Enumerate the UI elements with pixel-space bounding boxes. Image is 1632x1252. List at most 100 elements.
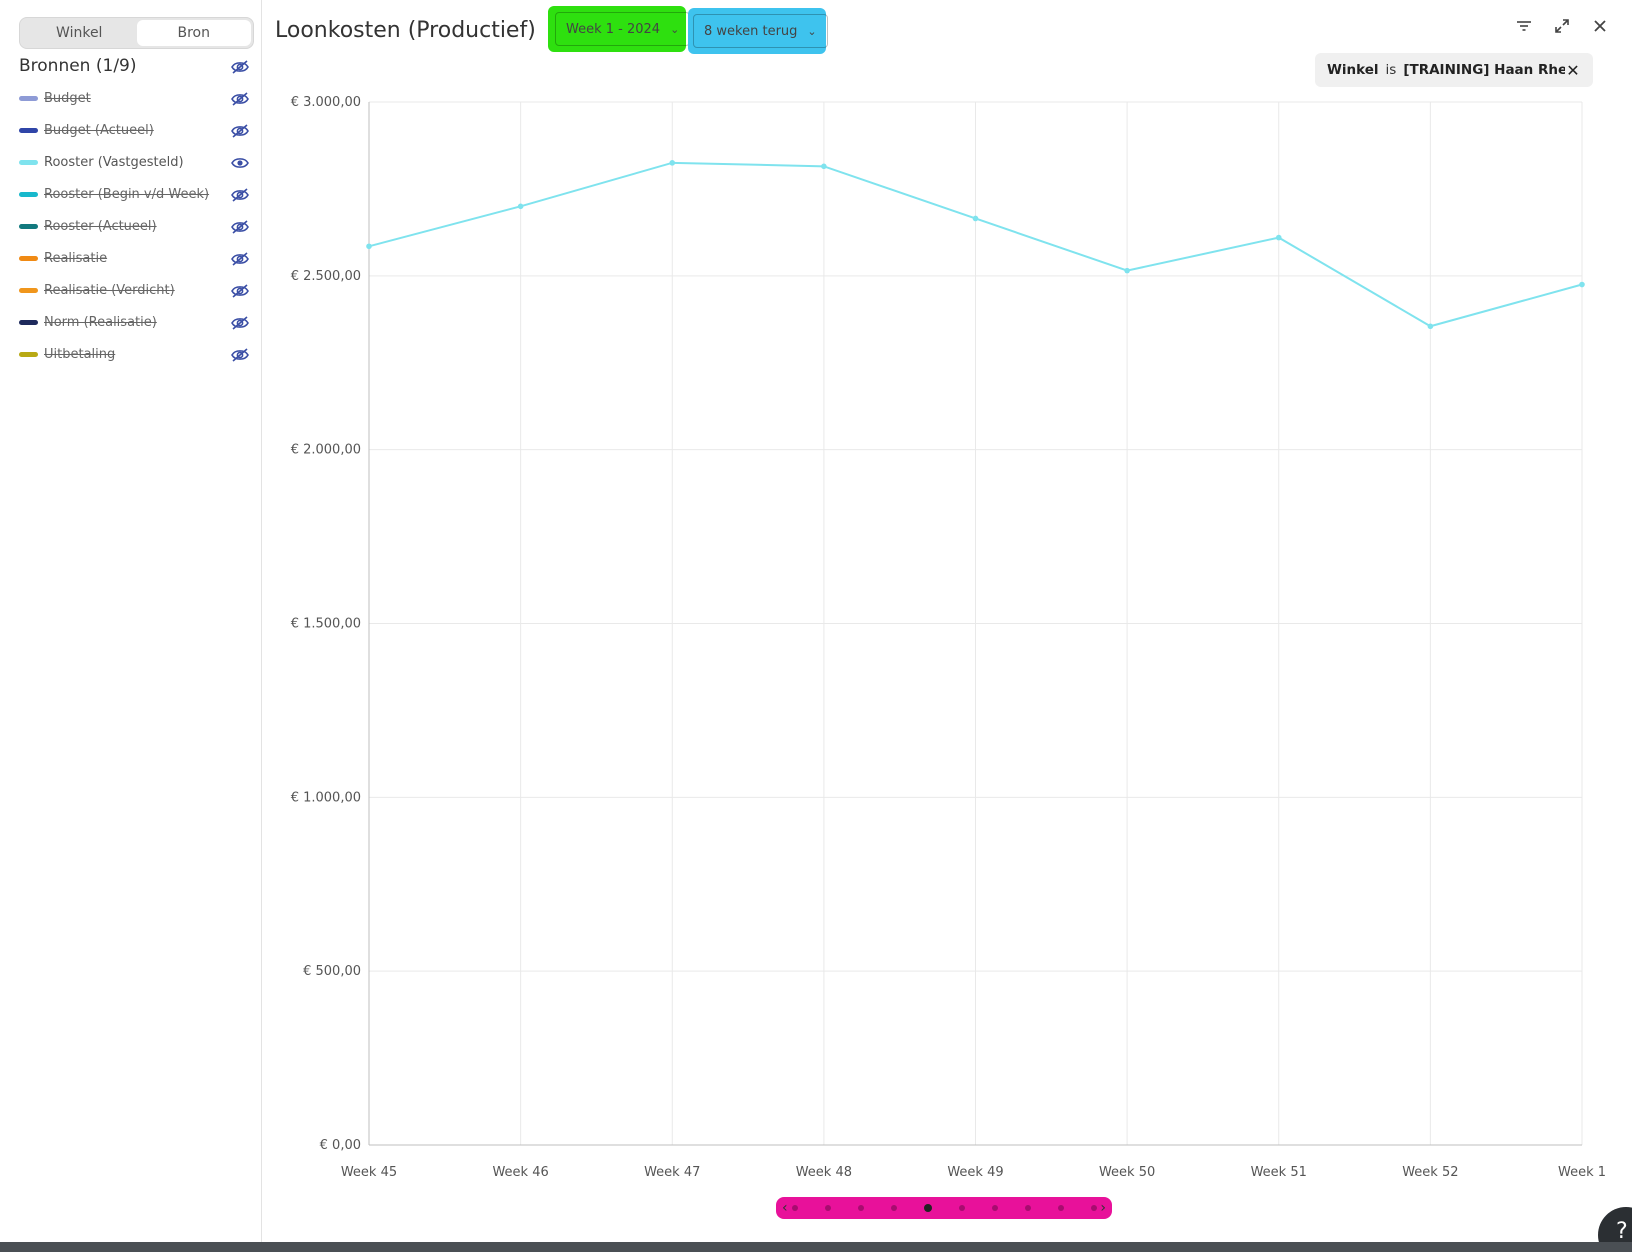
data-point [1579, 281, 1585, 288]
source-label: Norm (Realisatie) [44, 314, 157, 330]
pager-dot[interactable] [923, 1204, 932, 1212]
data-point [517, 203, 524, 210]
source-item[interactable]: Uitbetaling [19, 338, 249, 370]
pager-dots [791, 1204, 1097, 1212]
source-color-swatch [19, 351, 38, 357]
source-item[interactable]: Budget (Actueel) [19, 114, 249, 146]
bottom-bar [0, 1242, 1632, 1252]
week-select-value: Week 1 - 2024 [566, 21, 661, 37]
eye-off-icon[interactable] [231, 251, 249, 266]
source-item[interactable]: Rooster (Vastgesteld) [19, 146, 249, 178]
data-point [1427, 323, 1434, 330]
pager-dot[interactable] [991, 1205, 998, 1211]
pager-dot[interactable] [857, 1205, 864, 1211]
source-color-swatch [19, 159, 38, 165]
pager-dot[interactable] [1090, 1205, 1097, 1211]
source-item[interactable]: Rooster (Begin v/d Week) [19, 178, 249, 210]
filter-chip-operator: is [1385, 62, 1397, 78]
source-label: Rooster (Vastgesteld) [44, 154, 184, 170]
pager-next-icon[interactable]: › [1100, 1200, 1106, 1216]
eye-off-icon[interactable] [231, 283, 249, 298]
chart-canvas: € 0,00 € 500,00 € 1.000,00 € 1.500,00 € 2.00… [291, 95, 1606, 1180]
sources-sidebar: Winkel Bron Bronnen (1/9) Budget Budget (… [0, 0, 262, 1242]
close-icon[interactable] [1590, 16, 1610, 36]
data-point [972, 215, 979, 222]
x-tick-label: Week 46 [492, 1165, 548, 1180]
chart-pager: ‹ › [776, 1197, 1112, 1219]
source-item[interactable]: Rooster (Actueel) [19, 210, 249, 242]
sources-list: Budget Budget (Actueel) Rooster (Vastgeste… [19, 82, 249, 370]
y-tick-label: € 500,00 [303, 964, 361, 979]
filter-chip-value: [TRAINING] Haan Rhe... [1403, 62, 1565, 78]
pager-dot[interactable] [824, 1205, 831, 1211]
segment-winkel[interactable]: Winkel [22, 20, 137, 46]
eye-off-icon[interactable] [231, 91, 249, 106]
x-tick-label: Week 52 [1402, 1165, 1458, 1180]
source-item[interactable]: Realisatie [19, 242, 249, 274]
page-title: Loonkosten (Productief) [275, 18, 536, 43]
data-point [1124, 267, 1130, 274]
filter-icon[interactable] [1514, 16, 1534, 36]
app-window: Winkel Bron Bronnen (1/9) Budget Budget (… [0, 0, 1632, 1252]
source-label: Budget (Actueel) [44, 122, 154, 138]
y-tick-label: € 2.000,00 [291, 443, 361, 458]
source-label: Budget [44, 90, 91, 106]
y-tick-label: € 1.500,00 [291, 617, 361, 632]
data-point [669, 160, 676, 166]
eye-off-icon[interactable] [231, 315, 249, 330]
chevron-down-icon: ⌄ [670, 22, 680, 36]
group-by-segmented-control: Winkel Bron [19, 17, 254, 49]
source-color-swatch [19, 95, 38, 101]
sources-header: Bronnen (1/9) [19, 54, 249, 78]
toggle-all-visibility-icon[interactable] [231, 59, 249, 74]
source-color-swatch [19, 127, 38, 133]
source-color-swatch [19, 319, 38, 325]
data-point [1275, 234, 1282, 241]
pager-dot[interactable] [1024, 1205, 1031, 1211]
x-tick-label: Week 50 [1099, 1165, 1155, 1180]
remove-filter-icon[interactable]: ✕ [1565, 61, 1581, 80]
source-label: Rooster (Begin v/d Week) [44, 186, 210, 202]
source-label: Realisatie [44, 250, 108, 266]
source-label: Realisatie (Verdicht) [44, 282, 175, 298]
segment-bron[interactable]: Bron [136, 20, 251, 46]
x-tick-label: Week 51 [1251, 1165, 1307, 1180]
range-select[interactable]: 8 weken terug ⌄ [688, 8, 828, 54]
y-tick-label: € 2.500,00 [291, 269, 361, 284]
sources-title: Bronnen (1/9) [19, 56, 137, 76]
pager-dot[interactable] [958, 1205, 965, 1211]
filter-chip-key: Winkel [1327, 62, 1379, 78]
eye-off-icon[interactable] [231, 123, 249, 138]
source-label: Rooster (Actueel) [44, 218, 157, 234]
source-item[interactable]: Budget [19, 82, 249, 114]
pager-dot[interactable] [791, 1205, 798, 1211]
expand-icon[interactable] [1552, 16, 1572, 36]
window-actions [1514, 16, 1610, 36]
eye-off-icon[interactable] [231, 219, 249, 234]
chevron-down-icon: ⌄ [807, 24, 817, 38]
pager-dot[interactable] [1057, 1205, 1064, 1211]
source-color-swatch [19, 191, 38, 197]
eye-off-icon[interactable] [231, 187, 249, 202]
x-tick-label: Week 47 [644, 1165, 700, 1180]
x-tick-label: Week 45 [341, 1165, 397, 1180]
data-point [821, 163, 827, 170]
pager-prev-icon[interactable]: ‹ [782, 1200, 788, 1216]
x-tick-label: Week 48 [796, 1165, 852, 1180]
eye-icon[interactable] [231, 155, 249, 169]
week-select-box: Week 1 - 2024 ⌄ [555, 12, 691, 46]
eye-off-icon[interactable] [231, 347, 249, 362]
y-tick-label: € 0,00 [320, 1138, 361, 1153]
y-tick-label: € 1.000,00 [291, 790, 361, 805]
line-chart: € 0,00 € 500,00 € 1.000,00 € 1.500,00 € 2.00… [262, 80, 1632, 1200]
source-item[interactable]: Realisatie (Verdicht) [19, 274, 249, 306]
source-item[interactable]: Norm (Realisatie) [19, 306, 249, 338]
x-tick-label: Week 49 [947, 1165, 1003, 1180]
week-select[interactable]: Week 1 - 2024 ⌄ [548, 6, 691, 52]
data-point [366, 243, 372, 250]
range-select-value: 8 weken terug [704, 23, 798, 39]
y-tick-label: € 3.000,00 [291, 95, 361, 110]
range-select-box: 8 weken terug ⌄ [693, 14, 828, 48]
source-color-swatch [19, 223, 38, 229]
pager-dot[interactable] [890, 1205, 897, 1211]
